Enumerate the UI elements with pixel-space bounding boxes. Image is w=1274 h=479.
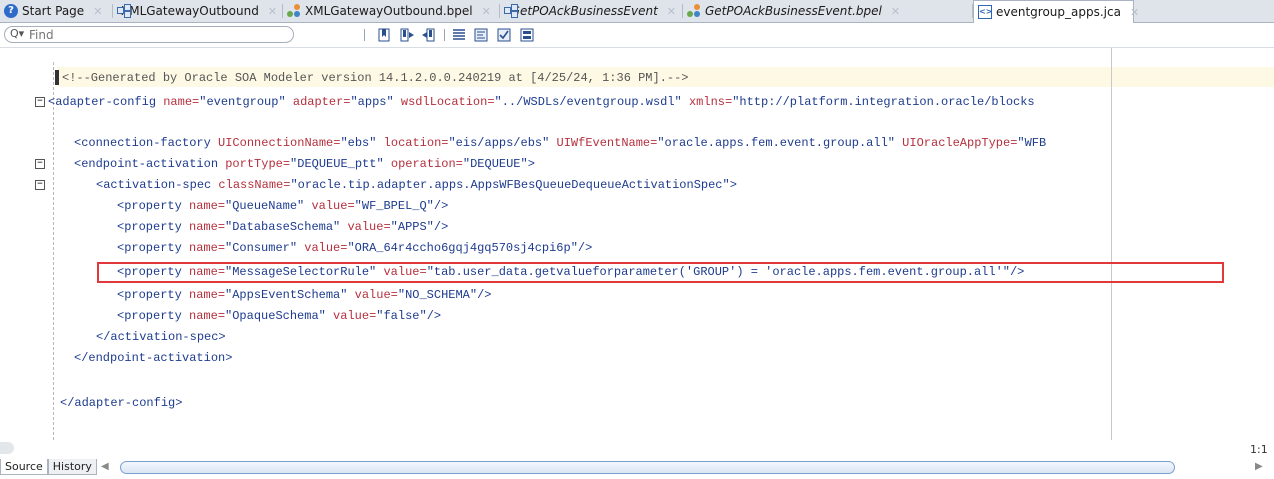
- right-margin-line: [1111, 48, 1112, 440]
- close-icon[interactable]: ✕: [482, 5, 491, 18]
- code-line-connection-factory: <connection-factory UIConnectionName="eb…: [74, 136, 1047, 150]
- help-icon: ?: [4, 4, 18, 18]
- cursor-position: 1:1: [1250, 443, 1268, 456]
- find-input[interactable]: [29, 28, 284, 42]
- code-line-adapter-config: <adapter-config name="eventgroup" adapte…: [48, 95, 1035, 109]
- scroll-right-icon[interactable]: ▶: [1255, 461, 1263, 472]
- bottom-tabs: Source History: [0, 459, 97, 475]
- jca-file-icon: <>: [978, 5, 992, 19]
- code-line-close-adapter-config: </adapter-config>: [60, 396, 183, 410]
- tab-source[interactable]: Source: [0, 459, 48, 475]
- next-bookmark-icon[interactable]: [400, 28, 415, 42]
- close-icon[interactable]: ✕: [268, 5, 277, 18]
- code-line-property: <property name="DatabaseSchema" value="A…: [117, 220, 449, 234]
- tab-eventgroup-apps-jca[interactable]: <> eventgroup_apps.jca ✕: [973, 0, 1139, 23]
- code-line-property: <property name="OpaqueSchema" value="fal…: [117, 309, 442, 323]
- tab-label: XMLGatewayOutbound: [121, 4, 259, 18]
- settings-icon[interactable]: [520, 28, 535, 42]
- tab-getpoackbusinessevent[interactable]: GetPOAckBusinessEvent ✕: [500, 0, 683, 22]
- tab-start-page[interactable]: ? Start Page ✕: [0, 0, 113, 22]
- highlight-annotation-box: [97, 262, 1224, 283]
- tab-label: GetPOAckBusinessEvent.bpel: [705, 4, 882, 18]
- code-line-close-endpoint-activation: </endpoint-activation>: [74, 351, 233, 365]
- tab-getpoackbusinessevent-bpel[interactable]: GetPOAckBusinessEvent.bpel ✕: [683, 0, 973, 22]
- tab-label: Start Page: [22, 4, 85, 18]
- bpel-icon: [287, 4, 301, 18]
- bookmark-icon[interactable]: [377, 28, 392, 42]
- code-line-close-activation-spec: </activation-spec>: [96, 330, 226, 344]
- tab-xmlgatewayoutbound[interactable]: XMLGatewayOutbound ✕: [113, 0, 283, 22]
- tab-xmlgatewayoutbound-bpel[interactable]: XMLGatewayOutbound.bpel ✕: [283, 0, 500, 22]
- tab-label: GetPOAckBusinessEvent: [510, 4, 658, 18]
- tab-label: XMLGatewayOutbound.bpel: [305, 4, 473, 18]
- tab-label: eventgroup_apps.jca: [996, 5, 1121, 19]
- code-line-property: <property name="QueueName" value="WF_BPE…: [117, 199, 449, 213]
- find-field[interactable]: Q▾: [4, 26, 294, 43]
- code-line-comment: <!--Generated by Oracle SOA Modeler vers…: [62, 71, 689, 85]
- editor-tab-bar: ? Start Page ✕ XMLGatewayOutbound ✕ XMLG…: [0, 0, 1274, 23]
- collapse-handle[interactable]: [0, 442, 14, 454]
- scrollbar-thumb[interactable]: [120, 461, 1175, 474]
- editor-toolbar: Q▾: [0, 23, 1274, 48]
- fold-toggle-icon[interactable]: −: [35, 180, 45, 190]
- fold-toggle-icon[interactable]: −: [35, 159, 45, 169]
- prev-bookmark-icon[interactable]: [421, 28, 436, 42]
- fold-toggle-icon[interactable]: −: [35, 97, 45, 107]
- code-line-property: <property name="AppsEventSchema" value="…: [117, 288, 492, 302]
- horizontal-scrollbar[interactable]: ◀ ▶: [95, 461, 1267, 475]
- scroll-left-icon[interactable]: ◀: [101, 461, 109, 472]
- close-icon[interactable]: ✕: [667, 5, 676, 18]
- format-icon[interactable]: [474, 28, 489, 42]
- code-line-property: <property name="Consumer" value="ORA_64r…: [117, 241, 593, 255]
- close-icon[interactable]: ✕: [891, 5, 900, 18]
- code-line-activation-spec: <activation-spec className="oracle.tip.a…: [96, 178, 737, 192]
- search-icon[interactable]: Q▾: [10, 27, 24, 40]
- tab-history[interactable]: History: [47, 459, 97, 475]
- composite-icon: [504, 4, 518, 18]
- text-caret: [55, 70, 59, 85]
- bpel-icon: [687, 4, 701, 18]
- validate-icon[interactable]: [497, 28, 512, 42]
- close-icon[interactable]: ✕: [93, 5, 102, 18]
- close-icon[interactable]: ✕: [1130, 6, 1139, 19]
- code-line-endpoint-activation: <endpoint-activation portType="DEQUEUE_p…: [74, 157, 535, 171]
- indent-icon[interactable]: [452, 28, 467, 42]
- gutter-guide: [53, 62, 54, 440]
